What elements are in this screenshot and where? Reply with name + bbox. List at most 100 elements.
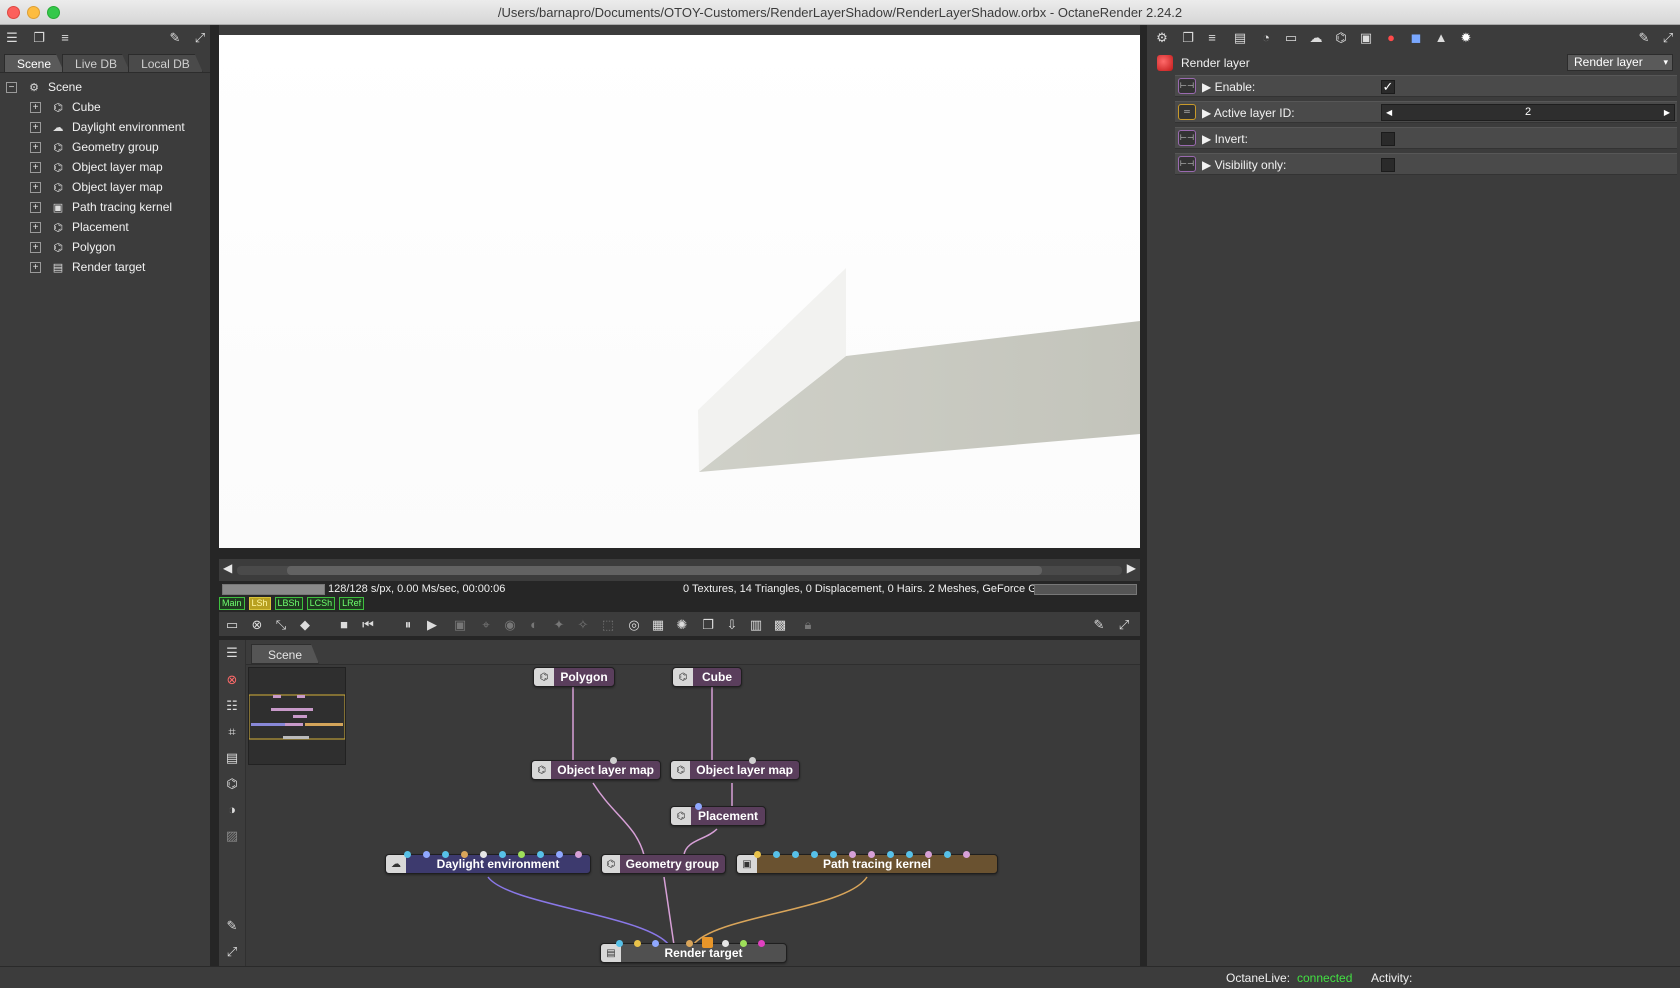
arrange-nodes-icon[interactable]: ☷	[223, 696, 241, 714]
white-balance-icon[interactable]: ◉	[501, 615, 519, 633]
expand-icon[interactable]: +	[30, 141, 41, 153]
recenter-icon[interactable]: ◆	[296, 615, 314, 633]
viewport-scrollbar[interactable]: ◀ ▶	[219, 559, 1140, 581]
tree-item-geometry-group[interactable]: + ⌬ Geometry group	[30, 137, 240, 157]
node-geometry-group[interactable]: ⌬ Geometry group	[601, 854, 726, 874]
pin[interactable]	[944, 851, 951, 858]
node-object-layer-map-1[interactable]: ⌬ Object layer map	[531, 760, 661, 780]
viewport-lock-icon[interactable]: ◎	[625, 615, 643, 633]
pin[interactable]	[963, 851, 970, 858]
pin[interactable]	[686, 940, 693, 947]
output-aov-icon[interactable]: ▲	[1432, 28, 1450, 46]
environment-icon[interactable]: ☁	[1307, 28, 1325, 46]
pass-lsh[interactable]: LSh	[248, 597, 271, 610]
render-target-icon[interactable]: ▤	[223, 748, 241, 766]
pin[interactable]	[537, 851, 544, 858]
pin[interactable]	[758, 940, 765, 947]
post-processing-icon[interactable]: ✹	[1457, 28, 1475, 46]
tree-item-polygon[interactable]: + ⌬ Polygon	[30, 237, 240, 257]
graph-canvas[interactable]: ⌬ Polygon ⌬ Cube ⌬ Object layer map ⌬ Ob…	[246, 664, 1140, 966]
pin[interactable]	[868, 851, 875, 858]
kernel-icon[interactable]: ▣	[1357, 28, 1375, 46]
pin-link-icon[interactable]: ⊢⊣	[1178, 130, 1196, 146]
pin[interactable]	[906, 851, 913, 858]
pin[interactable]	[754, 851, 761, 858]
pin[interactable]	[722, 940, 729, 947]
pin[interactable]	[849, 851, 856, 858]
tree-item-cube[interactable]: + ⌬ Cube	[30, 97, 240, 117]
expand-icon[interactable]: +	[30, 101, 41, 113]
pin[interactable]	[404, 851, 411, 858]
focus-picker-icon[interactable]: ⌖	[477, 615, 495, 633]
pause-render-icon[interactable]: ⏸	[399, 615, 417, 633]
wrench-icon[interactable]: ✎	[166, 28, 184, 46]
render-region-icon[interactable]: ⬚	[599, 615, 617, 633]
tree-item-object-layer-map-2[interactable]: + ⌬ Object layer map	[30, 177, 240, 197]
material-icon[interactable]: ◑	[223, 800, 241, 818]
tree-root-scene[interactable]: − ⚙ Scene	[6, 77, 216, 97]
node-type-select[interactable]: Render layer ▾	[1567, 54, 1673, 71]
node-placement[interactable]: ⌬ Placement	[670, 806, 766, 826]
pin[interactable]	[634, 940, 641, 947]
node-polygon[interactable]: ⌬ Polygon	[533, 667, 615, 687]
imager-icon[interactable]: ▭	[1282, 28, 1300, 46]
scroll-right-arrow-icon[interactable]: ▶	[1127, 561, 1136, 575]
scrollbar-thumb[interactable]	[287, 566, 1042, 575]
wrench-icon[interactable]: ✎	[1635, 28, 1653, 46]
pin-link-icon[interactable]: ═	[1178, 104, 1196, 120]
pin[interactable]	[695, 803, 702, 810]
pass-lcsh[interactable]: LCSh	[306, 597, 336, 610]
render-viewport[interactable]	[219, 35, 1140, 548]
pin[interactable]	[925, 851, 932, 858]
collapse-icon[interactable]: −	[6, 81, 17, 93]
pin-link-icon[interactable]: ⊢⊣	[1178, 78, 1196, 94]
copy-icon[interactable]: ❐	[30, 28, 48, 46]
tree-item-placement[interactable]: + ⌬ Placement	[30, 217, 240, 237]
graph-tab-scene[interactable]: Scene	[251, 644, 319, 664]
pin[interactable]	[480, 851, 487, 858]
pin[interactable]	[575, 851, 582, 858]
pin[interactable]	[749, 757, 756, 764]
expand-icon[interactable]: +	[30, 221, 41, 233]
scrollbar-track[interactable]	[237, 566, 1122, 575]
node-object-layer-map-2[interactable]: ⌬ Object layer map	[670, 760, 800, 780]
expand-icon[interactable]: +	[30, 261, 41, 273]
maximize-icon[interactable]: ⤢	[1659, 28, 1677, 46]
expand-icon[interactable]: +	[30, 161, 41, 173]
tree-item-daylight-environment[interactable]: + ☁ Daylight environment	[30, 117, 240, 137]
background-icon[interactable]: ▩	[771, 615, 789, 633]
pin[interactable]	[830, 851, 837, 858]
menu-list-icon[interactable]: ☰	[3, 28, 21, 46]
graph-menu-icon[interactable]: ☰	[223, 643, 241, 661]
render-target-icon[interactable]: ▤	[1231, 28, 1249, 46]
maximize-icon[interactable]: ⤢	[223, 942, 241, 960]
restart-render-icon[interactable]: ⏮	[359, 615, 377, 633]
pin[interactable]	[423, 851, 430, 858]
tree-item-render-target[interactable]: + ▤ Render target	[30, 257, 240, 277]
render-layer-icon[interactable]: ●	[1382, 28, 1400, 46]
maximize-icon[interactable]: ⤢	[1115, 615, 1133, 633]
expand-icon[interactable]: +	[30, 121, 41, 133]
visibility-only-checkbox[interactable]	[1381, 158, 1395, 172]
tab-live-db[interactable]: Live DB	[62, 54, 130, 72]
fit-nodes-icon[interactable]: ⌗	[223, 722, 241, 740]
invert-checkbox[interactable]	[1381, 132, 1395, 146]
tab-local-db[interactable]: Local DB	[128, 54, 203, 72]
pin[interactable]	[887, 851, 894, 858]
camera-icon[interactable]: ◔	[1257, 28, 1275, 46]
pin[interactable]	[740, 940, 747, 947]
collapse-icon[interactable]: ≡	[1203, 28, 1221, 46]
node-cube[interactable]: ⌬ Cube	[672, 667, 742, 687]
inspector-menu-icon[interactable]: ⚙	[1153, 28, 1171, 46]
tab-scene[interactable]: Scene	[4, 54, 64, 72]
pin[interactable]	[811, 851, 818, 858]
pin[interactable]	[773, 851, 780, 858]
save-render-icon[interactable]: ⇩	[723, 615, 741, 633]
mesh-icon[interactable]: ⌬	[1332, 28, 1350, 46]
camera-view-icon[interactable]: ▭	[223, 615, 241, 633]
pin-link-icon[interactable]: ⊢⊣	[1178, 156, 1196, 172]
material-picker-icon[interactable]: ◐	[525, 615, 543, 633]
tree-item-path-tracing-kernel[interactable]: + ▣ Path tracing kernel	[30, 197, 240, 217]
pin[interactable]	[652, 940, 659, 947]
lock-icon[interactable]: 🔒︎	[799, 615, 817, 633]
